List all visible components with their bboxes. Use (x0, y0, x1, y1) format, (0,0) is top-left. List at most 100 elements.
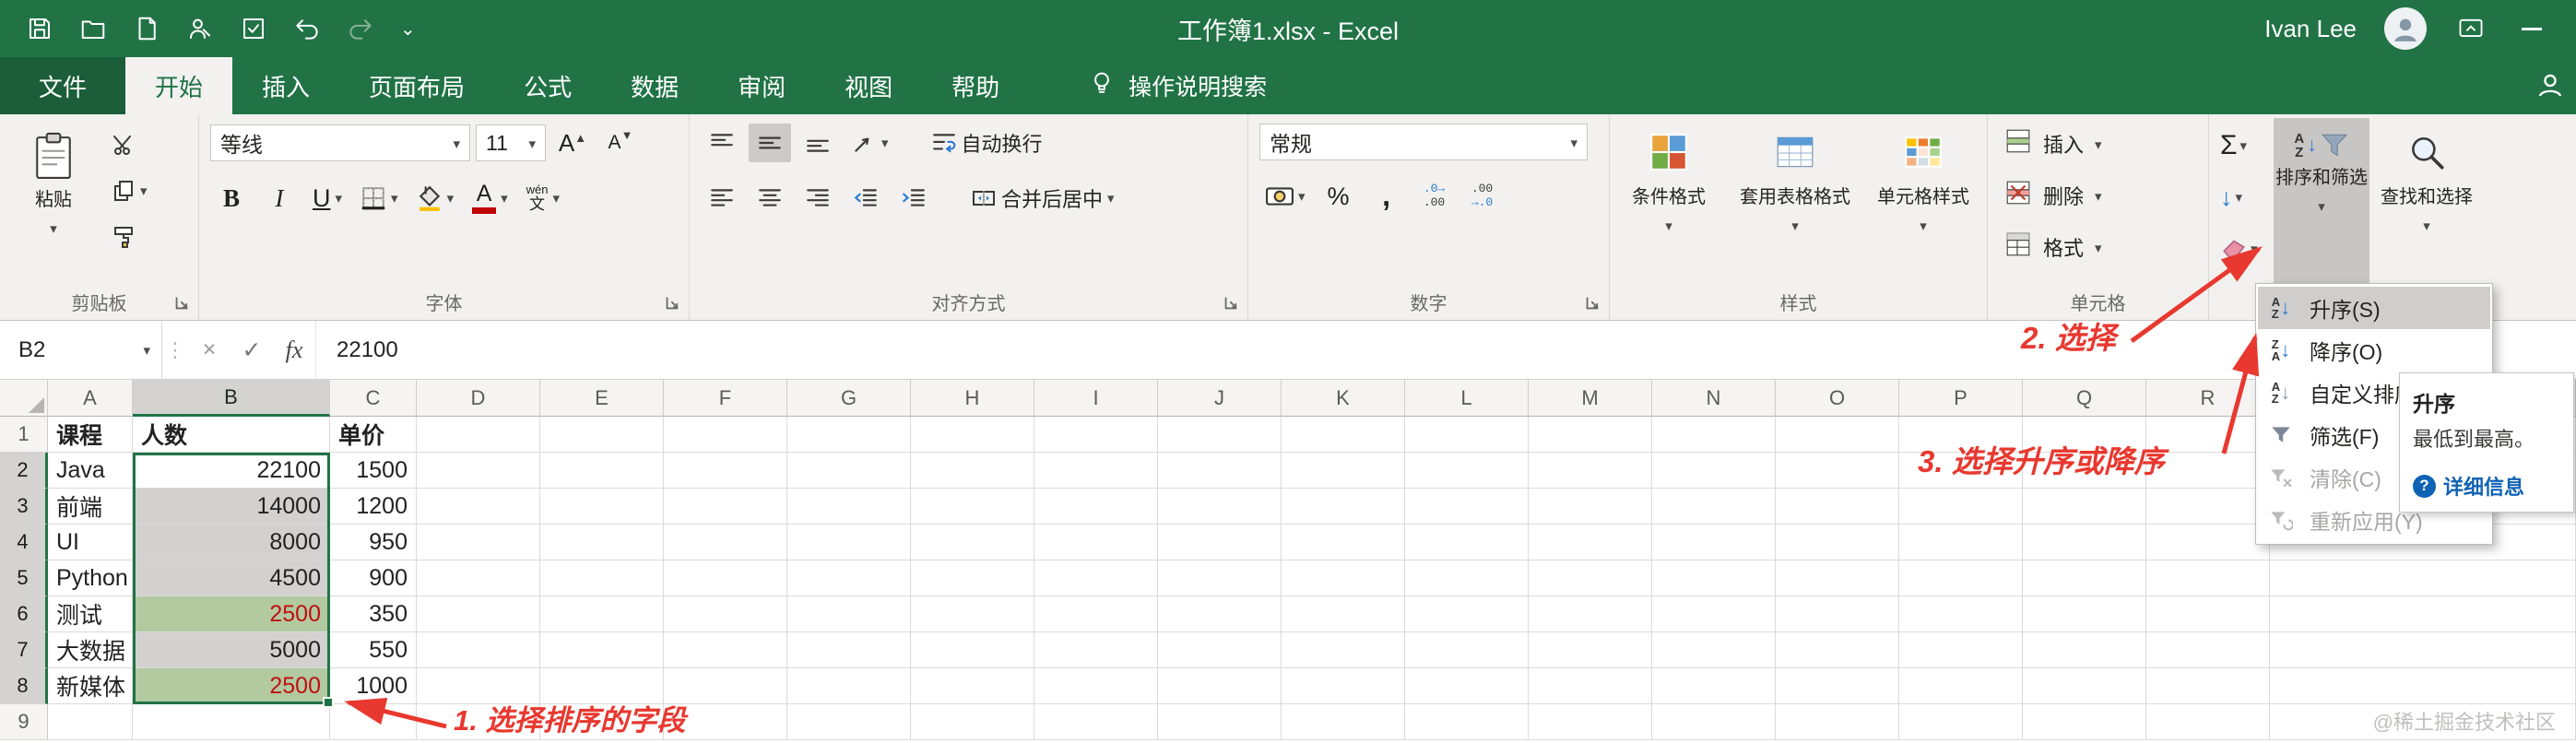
cell-E7[interactable] (540, 632, 664, 668)
cell-G2[interactable] (787, 453, 911, 489)
format-cells-button[interactable]: 格式 (1988, 221, 2208, 273)
cell-H7[interactable] (911, 632, 1034, 668)
formula-input[interactable]: 22100 (315, 321, 2576, 379)
ribbon-tab-3[interactable]: 页面布局 (339, 57, 494, 114)
align-middle-button[interactable] (749, 124, 791, 162)
column-header-R[interactable]: R (2146, 380, 2270, 417)
cell-G6[interactable] (787, 596, 911, 632)
cell-P6[interactable] (1899, 596, 2023, 632)
wrap-text-button[interactable]: 自动换行 (925, 124, 1049, 162)
menu-item-sort-ascending[interactable]: A Z ↓ 升序(S) (2258, 287, 2490, 329)
cell-N6[interactable] (1652, 596, 1776, 632)
number-format-select[interactable]: 常规 (1259, 124, 1588, 160)
tell-me-search[interactable]: 操作说明搜索 (1088, 57, 1267, 114)
accounting-format-button[interactable] (1259, 177, 1312, 216)
insert-cells-button[interactable]: 插入 (1988, 118, 2208, 170)
cell-B5[interactable]: 4500 (133, 560, 330, 596)
cell-L4[interactable] (1405, 525, 1529, 560)
save-icon[interactable] (26, 15, 53, 42)
cell-C9[interactable] (330, 704, 417, 740)
cell-P5[interactable] (1899, 560, 2023, 596)
ribbon-tab-1[interactable]: 开始 (125, 57, 233, 114)
cell-I2[interactable] (1034, 453, 1158, 489)
cell-A9[interactable] (48, 704, 133, 740)
row-header-9[interactable]: 9 (0, 704, 48, 740)
cell-P7[interactable] (1899, 632, 2023, 668)
cell-H1[interactable] (911, 417, 1034, 453)
fill-color-button[interactable] (410, 179, 461, 218)
new-document-icon[interactable] (133, 15, 160, 42)
cell-L9[interactable] (1405, 704, 1529, 740)
cell-K5[interactable] (1282, 560, 1405, 596)
cell-O8[interactable] (1776, 668, 1899, 704)
find-select-button[interactable]: 查找和选择 (2369, 118, 2484, 286)
row-header-8[interactable]: 8 (0, 668, 48, 704)
cell-A2[interactable]: Java (48, 453, 133, 489)
cell-H3[interactable] (911, 489, 1034, 525)
column-header-D[interactable]: D (417, 380, 540, 417)
row-header-6[interactable]: 6 (0, 596, 48, 632)
cell-E3[interactable] (540, 489, 664, 525)
cell-M7[interactable] (1529, 632, 1652, 668)
cell-H4[interactable] (911, 525, 1034, 560)
cell-C7[interactable]: 550 (330, 632, 417, 668)
ribbon-tab-5[interactable]: 数据 (601, 57, 708, 114)
cell-B6[interactable]: 2500 (133, 596, 330, 632)
cell-I4[interactable] (1034, 525, 1158, 560)
paste-button[interactable]: 粘贴 (11, 118, 96, 286)
column-header-Q[interactable]: Q (2023, 380, 2146, 417)
cell-I8[interactable] (1034, 668, 1158, 704)
cell-B8[interactable]: 2500 (133, 668, 330, 704)
cell-R3[interactable] (2146, 489, 2270, 525)
format-as-table-button[interactable]: 套用表格格式 (1728, 118, 1862, 286)
cell-E5[interactable] (540, 560, 664, 596)
row-header-5[interactable]: 5 (0, 560, 48, 596)
cell-N2[interactable] (1652, 453, 1776, 489)
cell-M6[interactable] (1529, 596, 1652, 632)
tooltip-help-link[interactable]: ? 详细信息 (2413, 471, 2560, 501)
column-header-A[interactable]: A (48, 380, 133, 417)
row-header-2[interactable]: 2 (0, 453, 48, 489)
cell-R9[interactable] (2146, 704, 2270, 740)
cell-O2[interactable] (1776, 453, 1899, 489)
avatar[interactable] (2384, 7, 2427, 50)
cell-C4[interactable]: 950 (330, 525, 417, 560)
column-header-M[interactable]: M (1529, 380, 1652, 417)
row-header-4[interactable]: 4 (0, 525, 48, 560)
increase-decimal-button[interactable] (1413, 177, 1456, 216)
cell-N1[interactable] (1652, 417, 1776, 453)
cell-N5[interactable] (1652, 560, 1776, 596)
cell-M3[interactable] (1529, 489, 1652, 525)
cell-A3[interactable]: 前端 (48, 489, 133, 525)
cell-M4[interactable] (1529, 525, 1652, 560)
cell-F1[interactable] (664, 417, 787, 453)
cell-K7[interactable] (1282, 632, 1405, 668)
cell-J3[interactable] (1158, 489, 1282, 525)
cell-Q6[interactable] (2023, 596, 2146, 632)
cell-J5[interactable] (1158, 560, 1282, 596)
cell-K4[interactable] (1282, 525, 1405, 560)
qat-dropdown-icon[interactable]: ⌄ (400, 18, 416, 41)
cell-G5[interactable] (787, 560, 911, 596)
cell-B7[interactable]: 5000 (133, 632, 330, 668)
insert-function-button[interactable]: fx (273, 321, 315, 379)
cell-P8[interactable] (1899, 668, 2023, 704)
delete-cells-button[interactable]: 删除 (1988, 170, 2208, 221)
cell-P4[interactable] (1899, 525, 2023, 560)
number-dialog-launcher[interactable] (1584, 294, 1601, 312)
cell-M8[interactable] (1529, 668, 1652, 704)
tab-file[interactable]: 文件 (0, 57, 126, 114)
italic-button[interactable]: I (258, 179, 301, 218)
cell-D4[interactable] (417, 525, 540, 560)
cell-A7[interactable]: 大数据 (48, 632, 133, 668)
cell-Q8[interactable] (2023, 668, 2146, 704)
column-header-O[interactable]: O (1776, 380, 1899, 417)
cell-C2[interactable]: 1500 (330, 453, 417, 489)
font-color-button[interactable]: A (466, 179, 514, 218)
cell-J4[interactable] (1158, 525, 1282, 560)
cell-E2[interactable] (540, 453, 664, 489)
ribbon-tab-8[interactable]: 帮助 (922, 57, 1029, 114)
cell-C1[interactable]: 单价 (330, 417, 417, 453)
enter-button[interactable]: ✓ (230, 321, 273, 379)
cell-I5[interactable] (1034, 560, 1158, 596)
